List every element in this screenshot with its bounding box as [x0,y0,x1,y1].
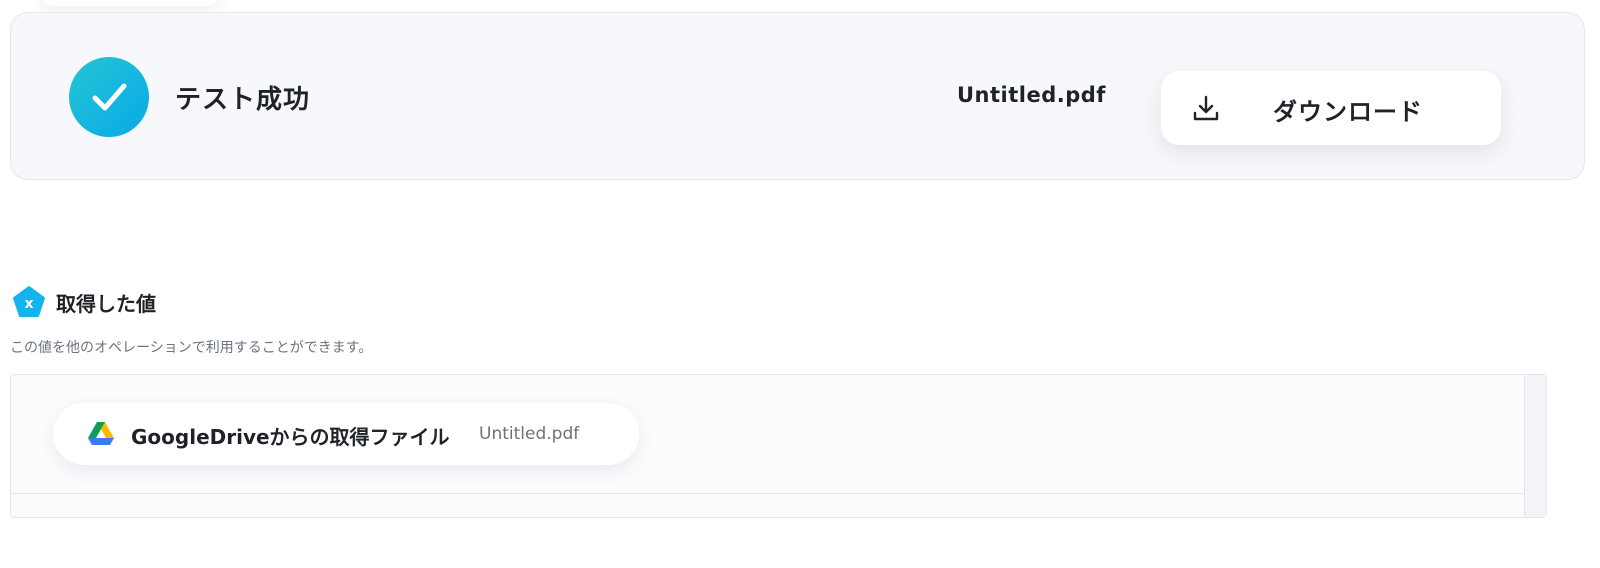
result-file-name: Untitled.pdf [957,83,1106,107]
download-button-label: ダウンロード [1273,98,1423,126]
test-status-label: テスト成功 [175,85,311,115]
download-icon [1193,95,1219,121]
svg-text:x: x [24,296,33,312]
section-title: 取得した値 [56,292,156,316]
divider [11,493,1523,494]
value-chip-google-drive-file[interactable]: GoogleDriveからの取得ファイル Untitled.pdf [53,403,639,465]
google-drive-icon [88,422,114,445]
check-icon [69,57,149,137]
value-label: GoogleDriveからの取得ファイル [131,425,450,449]
test-result-panel: テスト成功 Untitled.pdf ダウンロード [10,12,1585,180]
value-text: Untitled.pdf [479,424,580,444]
section-description: この値を他のオペレーションで利用することができます。 [10,340,373,356]
acquired-values-box: GoogleDriveからの取得ファイル Untitled.pdf [10,374,1547,518]
vertical-scrollbar[interactable] [1524,375,1546,517]
download-button[interactable]: ダウンロード [1161,71,1501,145]
variable-x-icon: x [13,286,45,317]
previous-card-edge [40,0,220,6]
